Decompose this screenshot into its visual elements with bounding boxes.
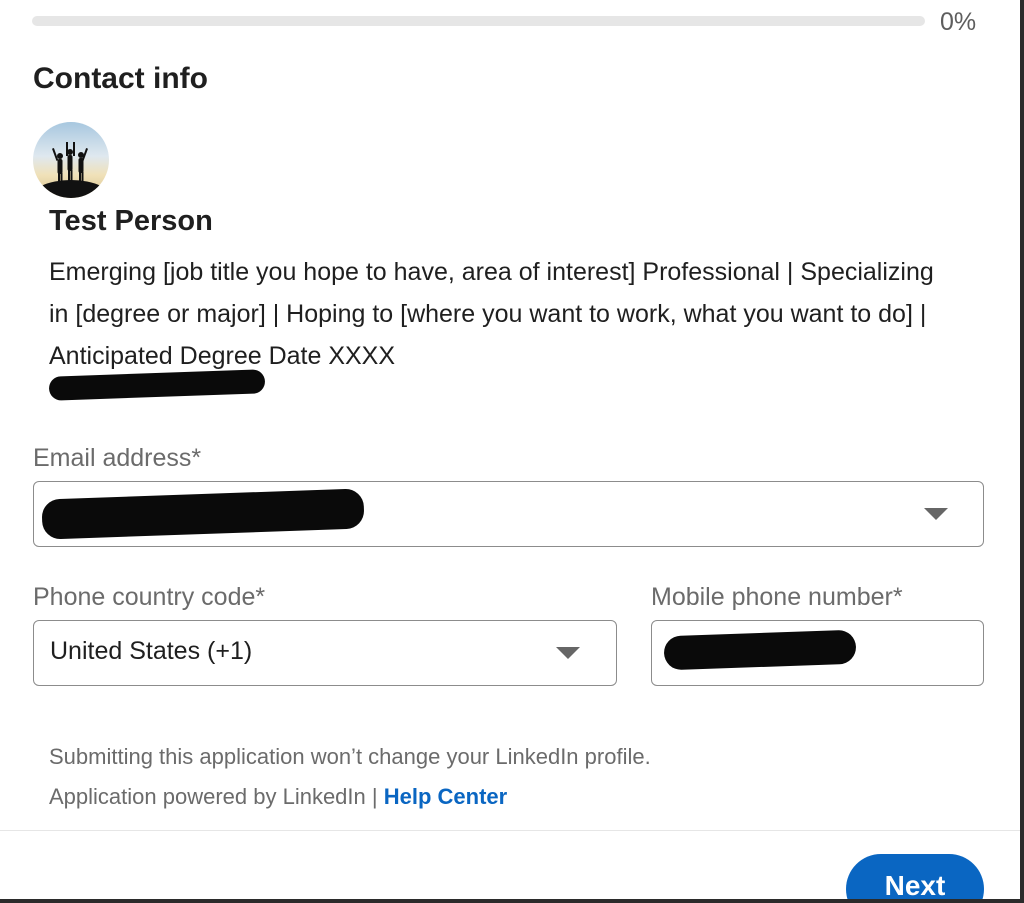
profile-name: Test Person	[49, 205, 213, 237]
window-edge-right	[1020, 0, 1024, 903]
profile-photo-silhouettes	[33, 142, 109, 198]
redaction-email	[41, 488, 365, 540]
application-modal: 0% Contact info Test Person Emerging [jo…	[0, 0, 1021, 900]
phone-country-select[interactable]: United States (+1)	[33, 620, 617, 686]
chevron-down-icon	[556, 647, 580, 659]
phone-country-value: United States (+1)	[50, 637, 253, 665]
mobile-input[interactable]	[651, 620, 984, 686]
phone-country-label: Phone country code*	[33, 583, 266, 611]
help-center-link[interactable]: Help Center	[384, 784, 507, 809]
footer-divider	[0, 830, 1020, 831]
window-edge-bottom	[0, 899, 1024, 903]
progress-bar	[32, 16, 925, 26]
chevron-down-icon	[924, 508, 948, 520]
next-button[interactable]: Next	[846, 854, 984, 899]
mobile-label: Mobile phone number*	[651, 583, 903, 611]
submit-notice: Submitting this application won’t change…	[49, 744, 651, 769]
avatar	[33, 122, 109, 198]
powered-by-line: Application powered by LinkedIn | Help C…	[49, 784, 507, 810]
email-select[interactable]	[33, 481, 984, 547]
section-title: Contact info	[33, 62, 208, 95]
progress-percent: 0%	[940, 8, 977, 36]
redaction-phone	[663, 629, 857, 671]
powered-by-text: Application powered by LinkedIn |	[49, 784, 384, 809]
profile-headline: Emerging [job title you hope to have, ar…	[49, 258, 934, 370]
email-label: Email address*	[33, 444, 202, 472]
